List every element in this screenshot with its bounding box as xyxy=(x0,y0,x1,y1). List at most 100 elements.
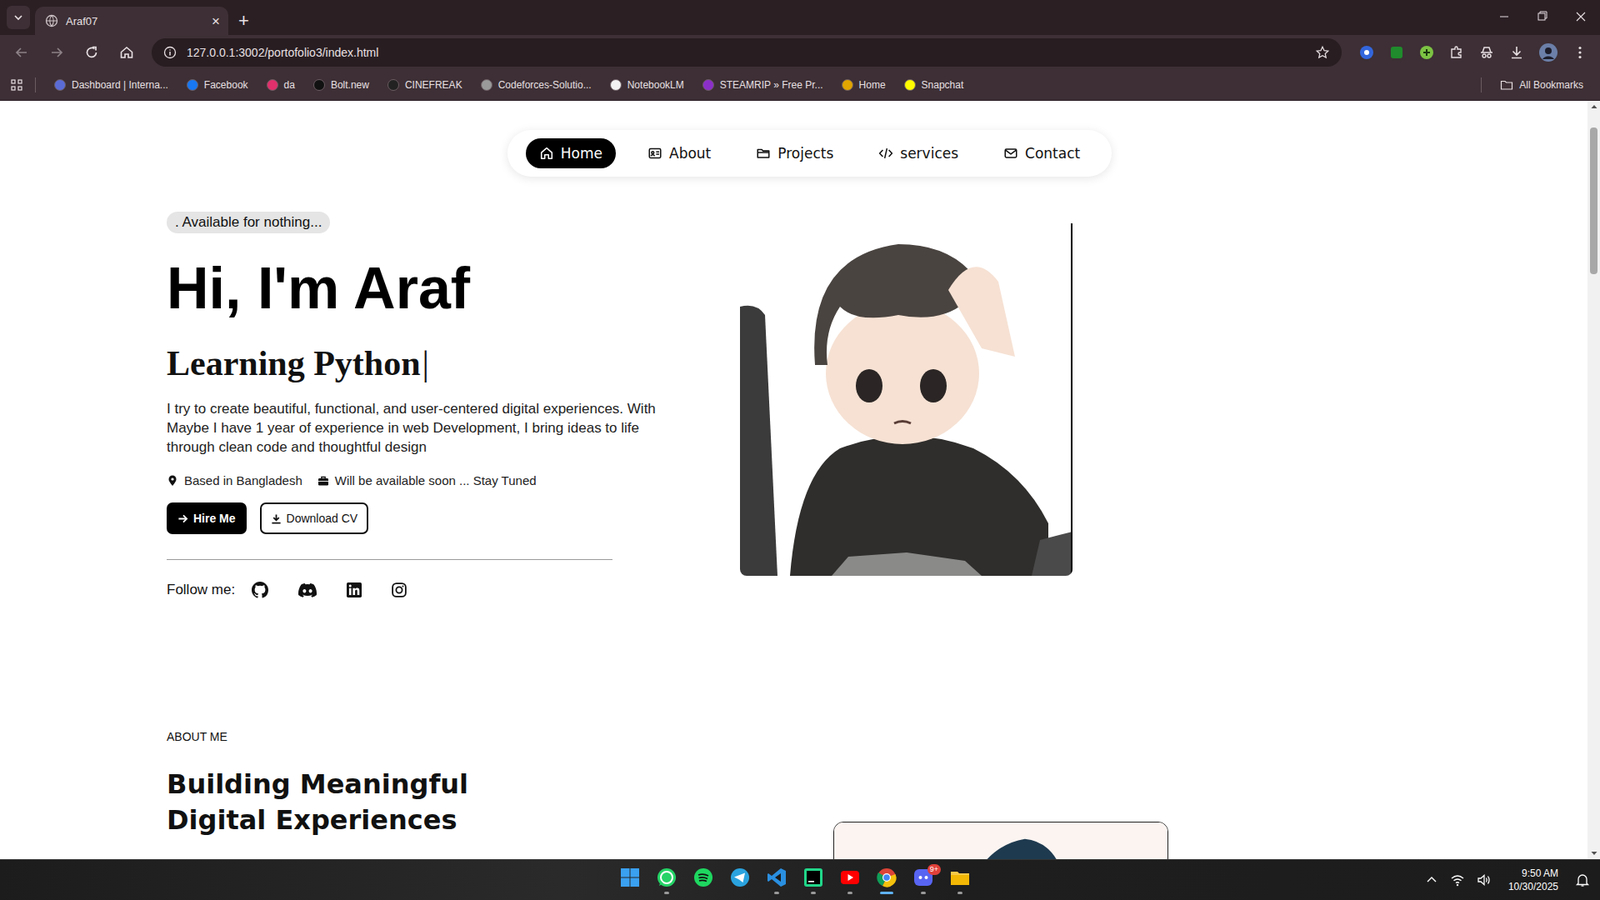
scrollbar[interactable] xyxy=(1587,100,1600,860)
about-title-line: Digital Experiences xyxy=(166,802,834,839)
back-icon[interactable] xyxy=(6,39,37,66)
meta-row: Based in Bangladesh Will be available so… xyxy=(166,473,537,488)
chevron-down-icon xyxy=(13,12,24,23)
about-text: ABOUT ME Building MeaningfulDigital Expe… xyxy=(166,730,834,839)
spotify-icon xyxy=(691,865,715,890)
apps-grid-icon[interactable] xyxy=(10,78,24,92)
running-indicator xyxy=(880,891,894,895)
extension-blue-icon[interactable] xyxy=(1358,44,1375,61)
tab-search-button[interactable] xyxy=(6,5,30,30)
github-icon[interactable] xyxy=(251,581,269,599)
favicon-icon xyxy=(54,79,66,91)
puzzle-icon[interactable] xyxy=(1448,44,1465,61)
linkedin-icon[interactable] xyxy=(346,582,362,598)
taskbar-app[interactable] xyxy=(761,861,792,899)
extension-green-icon[interactable] xyxy=(1388,44,1405,61)
download-icon[interactable] xyxy=(1508,44,1525,61)
taskbar-apps: 9+ xyxy=(615,861,975,899)
bookmark-star-icon[interactable] xyxy=(1315,45,1330,60)
nav-label: services xyxy=(900,145,959,162)
instagram-icon[interactable] xyxy=(391,582,407,598)
bookmark-label: Snapchat xyxy=(921,79,965,91)
pycharm-icon xyxy=(801,865,825,890)
nav-item[interactable]: Home xyxy=(525,138,616,169)
volume-icon[interactable] xyxy=(1476,872,1492,888)
favicon-icon xyxy=(266,79,279,91)
scroll-thumb[interactable] xyxy=(1590,127,1598,275)
bookmark[interactable]: Facebook xyxy=(180,75,255,95)
page-viewport: Home About Projects services Contact . A… xyxy=(0,100,1588,860)
taskbar-app[interactable] xyxy=(651,861,682,899)
forward-icon[interactable] xyxy=(41,39,72,66)
screen: Araf07 × + 127.0.0.1:3002/portofolio3/in… xyxy=(0,0,1600,900)
scroll-track xyxy=(1587,112,1600,848)
secondary-button[interactable]: Download CV xyxy=(260,502,370,535)
nav-item[interactable]: Projects xyxy=(742,138,847,169)
cta-buttons: Hire Me Download CV xyxy=(166,502,369,535)
taskbar-app[interactable] xyxy=(725,861,755,899)
menu-dots-icon[interactable] xyxy=(1571,44,1589,61)
taskbar-app[interactable]: 9+ xyxy=(908,861,939,899)
bookmark-label: Dashboard | Interna... xyxy=(71,79,169,91)
telegram-icon xyxy=(728,865,752,890)
taskbar-app[interactable] xyxy=(835,861,865,899)
wifi-icon[interactable] xyxy=(1450,872,1465,888)
meta-item: Based in Bangladesh xyxy=(166,473,303,488)
nav-item[interactable]: services xyxy=(865,138,972,169)
start-icon xyxy=(618,865,642,890)
clock-date: 10/30/2025 xyxy=(1508,880,1559,894)
scroll-up-icon[interactable] xyxy=(1588,100,1600,113)
bookmark[interactable]: STEAMRIP » Free Pr... xyxy=(695,75,830,95)
taskbar-app[interactable] xyxy=(688,861,719,899)
site-info-icon[interactable] xyxy=(163,45,177,60)
running-indicator xyxy=(664,891,670,895)
whatsapp-icon xyxy=(655,865,679,890)
taskbar-app[interactable] xyxy=(615,861,645,899)
close-window-icon[interactable] xyxy=(1561,0,1600,34)
address-bar[interactable]: 127.0.0.1:3002/portofolio3/index.html xyxy=(151,38,1342,67)
bookmark-label: da xyxy=(284,79,295,91)
taskbar-app[interactable] xyxy=(798,861,829,899)
tab-close-button[interactable]: × xyxy=(211,14,220,29)
clock[interactable]: 9:50 AM 10/30/2025 xyxy=(1508,866,1559,894)
bookmark[interactable]: Dashboard | Interna... xyxy=(47,75,175,95)
incognito-icon[interactable] xyxy=(1478,44,1495,61)
scroll-down-icon[interactable] xyxy=(1588,847,1600,860)
bookmark[interactable]: da xyxy=(260,75,302,95)
nav-item[interactable]: About xyxy=(634,138,725,169)
nav-item[interactable]: Contact xyxy=(990,138,1094,169)
bookmark[interactable]: Bolt.new xyxy=(306,75,376,95)
bookmark[interactable]: Codeforces-Solutio... xyxy=(474,75,599,95)
taskbar-app[interactable] xyxy=(945,861,975,899)
discord-icon[interactable] xyxy=(298,581,317,599)
bookmark[interactable]: CINEFREAK xyxy=(380,75,470,95)
minimize-icon[interactable] xyxy=(1485,0,1524,34)
youtube-icon xyxy=(838,865,862,890)
code-icon xyxy=(878,145,894,161)
all-bookmarks[interactable]: All Bookmarks xyxy=(1493,75,1590,95)
favicon-icon xyxy=(387,79,400,91)
browser-tab[interactable]: Araf07 × xyxy=(35,6,229,35)
primary-button[interactable]: Hire Me xyxy=(166,502,247,535)
running-indicator xyxy=(627,891,633,895)
profile-avatar-icon[interactable] xyxy=(1538,42,1559,63)
reload-icon[interactable] xyxy=(76,39,107,66)
notification-bell-icon[interactable] xyxy=(1575,872,1590,888)
bookmark[interactable]: Home xyxy=(835,75,893,95)
favicon-icon xyxy=(904,79,916,91)
nav-label: Contact xyxy=(1025,145,1080,162)
bookmark[interactable]: NotebookLM xyxy=(603,75,691,95)
taskbar-app[interactable] xyxy=(871,861,902,899)
about-title: Building MeaningfulDigital Experiences xyxy=(166,766,834,839)
new-tab-button[interactable]: + xyxy=(238,11,250,30)
chevron-up-icon[interactable] xyxy=(1425,873,1439,887)
navbar: Home About Projects services Contact xyxy=(507,130,1112,177)
home-icon[interactable] xyxy=(111,39,142,66)
bookmark[interactable]: Snapchat xyxy=(897,75,971,95)
running-indicator xyxy=(920,891,926,895)
briefcase-icon xyxy=(317,475,330,487)
url-text: 127.0.0.1:3002/portofolio3/index.html xyxy=(186,45,379,60)
restore-icon[interactable] xyxy=(1523,0,1562,34)
vscode-icon xyxy=(765,865,789,890)
extension-plus-icon[interactable] xyxy=(1418,44,1435,61)
